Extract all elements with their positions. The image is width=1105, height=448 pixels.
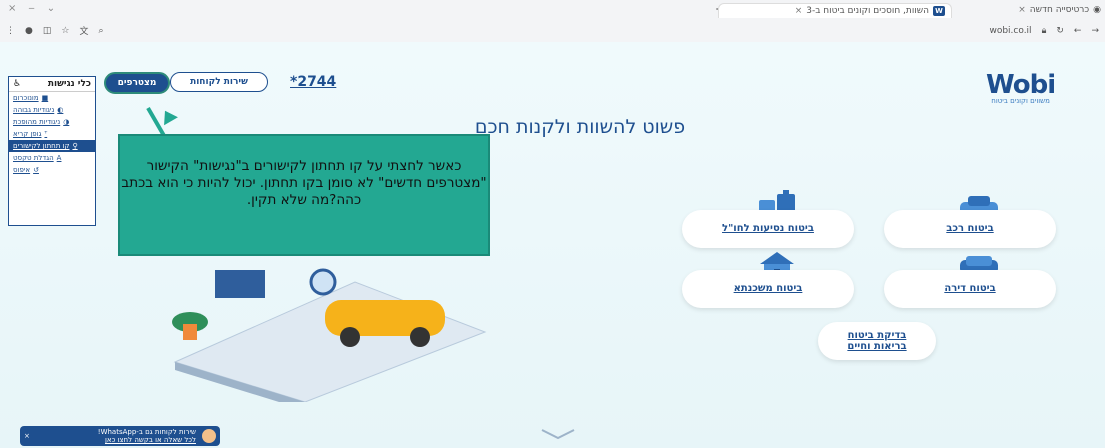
accessibility-item[interactable]: ↺ איפוס <box>9 164 95 176</box>
travel-insurance-button[interactable]: ביטוח נסיעות לחו"ל <box>682 210 854 248</box>
tab-list-icon[interactable]: ⌄ <box>47 3 55 14</box>
tab-title: השוות, חוסכים וקונים ביטוח ב-3 <box>806 6 929 16</box>
tab-title-other: כרטיסייה חדשה <box>1029 5 1090 15</box>
profile-icon[interactable]: ● <box>25 26 33 36</box>
window-controls: × ‒ ⌄ <box>8 3 55 14</box>
accessibility-item[interactable]: ◐ ניגודיות גבוהה <box>9 104 95 116</box>
health-line-2: בריאות וחיים <box>847 341 907 352</box>
accessibility-title: כלי נגישות <box>47 79 91 89</box>
wobi-logo[interactable]: Wobi משווים וקונים ביטוח <box>986 70 1056 105</box>
tab-bar: × ‒ ⌄ + W השוות, חוסכים וקונים ביטוח ב-3… <box>0 0 1105 20</box>
bookmark-star-icon[interactable]: ☆ <box>61 26 69 36</box>
scroll-down-chevron-icon[interactable] <box>540 428 576 440</box>
hero-illustration <box>172 268 487 402</box>
accessibility-item[interactable]: ◑ ניגודיות מהופכת <box>9 116 95 128</box>
whatsapp-chat-chip[interactable]: שירות לקוחות גם ב-WhatsApp! לכל שאלה או … <box>20 426 220 446</box>
chat-line-1: שירות לקוחות גם ב-WhatsApp! <box>97 428 196 436</box>
monochrome-icon: ■ <box>41 94 49 102</box>
url-field[interactable]: wobi.co.il <box>989 26 1031 36</box>
back-icon[interactable]: ← <box>1074 26 1082 36</box>
mortgage-insurance-button[interactable]: ביטוח משכנתא <box>682 270 854 308</box>
accessibility-item[interactable]: A הגדלת טקסט <box>9 152 95 164</box>
magnifier-shape <box>309 268 337 296</box>
agent-avatar <box>202 429 216 443</box>
reload-icon[interactable]: ↻ <box>1056 26 1064 36</box>
health-line-1: בדיקת ביטוח <box>847 330 907 341</box>
phone-number-link[interactable]: *2744 <box>290 74 336 90</box>
forward-icon[interactable]: → <box>1091 26 1099 36</box>
contrast-icon: ◐ <box>57 106 64 114</box>
translate-icon[interactable]: 文 <box>79 24 88 37</box>
annotation-callout: כאשר לחצתי על קו תחתון לקישורים ב"נגישות… <box>118 134 490 256</box>
reset-icon: ↺ <box>33 166 39 174</box>
minimize-icon[interactable]: ‒ <box>28 3 34 14</box>
toolbar-left: ⋮ ● ◫ ☆ 文 ⌕ <box>6 24 104 38</box>
sidebar-icon[interactable]: ◫ <box>43 26 52 36</box>
browser-logo-icon: ◉ <box>1093 5 1101 15</box>
link-icon: ⚲ <box>72 142 78 150</box>
close-chat-icon[interactable]: × <box>24 432 30 440</box>
lock-icon: 🔒︎ <box>1041 25 1047 36</box>
close-tab-icon[interactable]: × <box>795 6 803 16</box>
logo-subtitle: משווים וקונים ביטוח <box>991 97 1050 105</box>
tab-new[interactable]: ◉ כרטיסייה חדשה × <box>973 3 1101 17</box>
search-icon[interactable]: ⌕ <box>98 26 103 36</box>
text-size-icon: A <box>56 154 62 162</box>
car-insurance-button[interactable]: ביטוח רכב <box>884 210 1056 248</box>
chat-line-2: לכל שאלה או בקשה לחצו כאן <box>104 436 196 444</box>
accessibility-item[interactable]: ■ מונוכרום <box>9 92 95 104</box>
browser-chrome: × ‒ ⌄ + W השוות, חוסכים וקונים ביטוח ב-3… <box>0 0 1105 43</box>
customer-service-button[interactable]: שירות לקוחות <box>170 72 268 92</box>
invert-icon: ◑ <box>63 118 70 126</box>
wobi-favicon-icon: W <box>933 6 945 16</box>
tab-wobi[interactable]: W השוות, חוסכים וקונים ביטוח ב-3 × <box>718 3 952 18</box>
chat-text: שירות לקוחות גם ב-WhatsApp! לכל שאלה או … <box>36 428 196 444</box>
logo-text: Wobi <box>986 70 1056 100</box>
accessibility-icon: ♿︎ <box>13 79 22 89</box>
close-tab-icon[interactable]: × <box>1018 5 1026 15</box>
new-members-button[interactable]: מצטרפים <box>104 72 170 94</box>
close-window-icon[interactable]: × <box>8 3 16 14</box>
accessibility-header: כלי נגישות ♿︎ <box>9 77 95 92</box>
toolbar-right: wobi.co.il 🔒︎ ↻ ← → <box>989 26 1099 36</box>
apartment-insurance-button[interactable]: ביטוח דירה <box>884 270 1056 308</box>
address-bar: ⋮ ● ◫ ☆ 文 ⌕ wobi.co.il 🔒︎ ↻ ← → <box>0 20 1105 41</box>
menu-icon[interactable]: ⋮ <box>6 26 15 36</box>
font-icon: ᵀ <box>44 130 48 138</box>
accessibility-menu: כלי נגישות ♿︎ ■ מונוכרום ◐ ניגודיות גבוהה … <box>8 76 96 226</box>
accessibility-item[interactable]: ᵀ גופן קריא <box>9 128 95 140</box>
web-page: Wobi משווים וקונים ביטוח *2744 שירות לקו… <box>0 42 1105 448</box>
health-insurance-button[interactable]: בדיקת ביטוח בריאות וחיים <box>818 322 936 360</box>
callout-arrowhead <box>158 106 178 126</box>
accessibility-item-underline[interactable]: ⚲ קו תחתון לקישורים <box>9 140 95 152</box>
